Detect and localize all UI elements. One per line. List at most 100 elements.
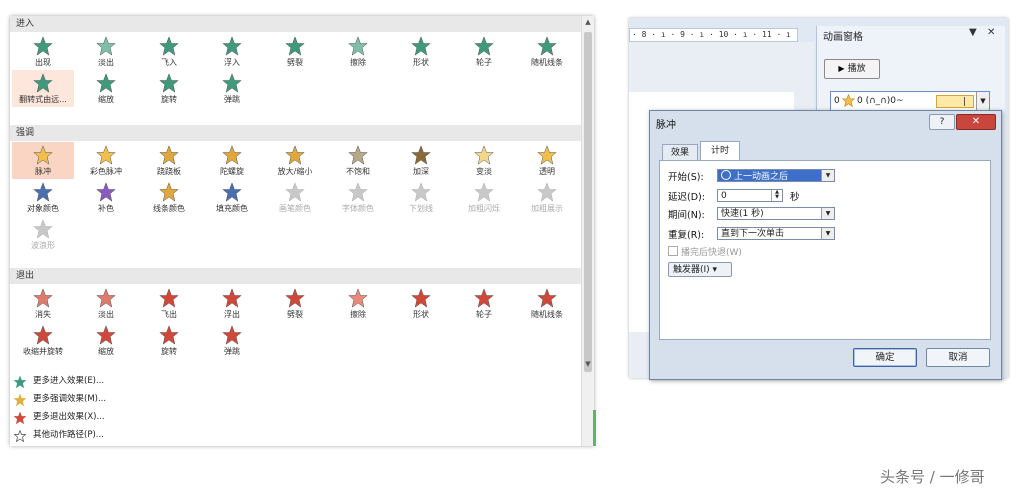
effect-item[interactable]: 弹跳 xyxy=(201,322,263,359)
effect-label: 劈裂 xyxy=(287,58,303,67)
more-effects-link[interactable]: 更多进入效果(E)... xyxy=(10,372,410,390)
more-effects-label: 更多强调效果(M)... xyxy=(33,394,107,404)
rewind-label: 播完后快退(W) xyxy=(681,248,742,258)
effect-item[interactable]: 透明 xyxy=(516,142,578,179)
effect-item[interactable]: 出现 xyxy=(12,33,74,70)
effect-item[interactable]: 劈裂 xyxy=(264,33,326,70)
effect-star-icon xyxy=(159,145,179,165)
effect-item[interactable]: 轮子 xyxy=(453,285,515,322)
effect-item[interactable]: 淡出 xyxy=(75,33,137,70)
more-effects-link[interactable]: 其他动作路径(P)... xyxy=(10,426,410,444)
tab-timing[interactable]: 计时 xyxy=(700,141,740,161)
play-button[interactable]: ▶ 播放 xyxy=(824,59,880,79)
effect-star-icon xyxy=(33,288,53,308)
effect-label: 变淡 xyxy=(476,167,492,176)
effect-star-icon xyxy=(96,182,116,202)
ok-button[interactable]: 确定 xyxy=(853,348,917,367)
effect-star-icon xyxy=(474,36,494,56)
more-effects-link[interactable]: 更多强调效果(M)... xyxy=(10,390,410,408)
scroll-down-arrow[interactable]: ▼ xyxy=(582,358,594,370)
effect-label: 加深 xyxy=(413,167,429,176)
effect-item[interactable]: 线条颜色 xyxy=(138,179,200,216)
pane-menu-icon[interactable]: ▼ xyxy=(969,27,977,38)
effect-item: 加粗展示 xyxy=(516,179,578,216)
help-button[interactable]: ? xyxy=(929,114,955,130)
effect-item[interactable]: 补色 xyxy=(75,179,137,216)
effect-label: 淡出 xyxy=(98,58,114,67)
effect-item[interactable]: 加深 xyxy=(390,142,452,179)
effect-item[interactable]: 随机线条 xyxy=(516,285,578,322)
effect-item[interactable]: 不饱和 xyxy=(327,142,389,179)
rewind-checkbox[interactable]: 播完后快退(W) xyxy=(668,245,742,258)
effect-star-icon xyxy=(159,288,179,308)
effect-item[interactable]: 陀螺旋 xyxy=(201,142,263,179)
effect-item[interactable]: 轮子 xyxy=(453,33,515,70)
play-label: 播放 xyxy=(847,64,866,74)
star-icon xyxy=(14,412,26,424)
effect-item[interactable]: 脉冲 xyxy=(12,142,74,179)
effect-item[interactable]: 翻转式由远... xyxy=(12,70,74,107)
effect-item[interactable]: 劈裂 xyxy=(264,285,326,322)
delay-input[interactable]: 0 ▲ ▼ xyxy=(717,189,783,202)
effect-label: 跷跷板 xyxy=(157,167,181,176)
scroll-thumb[interactable] xyxy=(584,32,592,372)
effect-star-icon xyxy=(33,73,53,93)
pane-close-icon[interactable]: ✕ xyxy=(987,27,995,38)
effect-item[interactable]: 缩放 xyxy=(75,70,137,107)
effect-label: 翻转式由远... xyxy=(19,95,67,104)
effect-star-icon xyxy=(222,325,242,345)
effect-item[interactable]: 变淡 xyxy=(453,142,515,179)
effect-label: 劈裂 xyxy=(287,310,303,319)
effect-item[interactable]: 旋转 xyxy=(138,322,200,359)
effect-item[interactable]: 缩放 xyxy=(75,322,137,359)
chevron-down-icon[interactable]: ▼ xyxy=(821,228,834,239)
effect-label: 擦除 xyxy=(350,58,366,67)
chevron-down-icon[interactable]: ▼ xyxy=(821,170,834,181)
effect-item[interactable]: 旋转 xyxy=(138,70,200,107)
spinner-icon[interactable]: ▲ ▼ xyxy=(771,190,782,201)
repeat-select[interactable]: 直到下一次单击 ▼ xyxy=(717,227,835,240)
duration-label: 期间(N): xyxy=(668,210,705,221)
effect-item[interactable]: 弹跳 xyxy=(201,70,263,107)
effect-label: 字体颜色 xyxy=(342,204,374,213)
section-header: 退出 xyxy=(10,268,582,284)
effect-item[interactable]: 飞出 xyxy=(138,285,200,322)
start-select[interactable]: 上一动画之后 ▼ xyxy=(717,169,835,182)
effect-star-icon xyxy=(348,182,368,202)
effect-item[interactable]: 擦除 xyxy=(327,285,389,322)
tab-effect[interactable]: 效果 xyxy=(662,144,698,161)
chevron-down-icon[interactable]: ▼ xyxy=(976,92,989,110)
effect-item[interactable]: 对象颜色 xyxy=(12,179,74,216)
more-effects-link[interactable]: 更多退出效果(X)... xyxy=(10,408,410,426)
trigger-button[interactable]: 触发器(I) ▾ xyxy=(668,262,732,277)
effect-item[interactable]: 擦除 xyxy=(327,33,389,70)
effect-item[interactable]: 淡出 xyxy=(75,285,137,322)
animation-list-item[interactable]: 0 0 (∩_∩)0~ ▼ xyxy=(830,91,990,111)
delay-unit: 秒 xyxy=(790,192,800,203)
dialog-close-button[interactable]: ✕ xyxy=(956,114,996,130)
gallery-scrollbar[interactable]: ▲ ▼ xyxy=(581,16,594,446)
watermark-text: 头条号 / 一修哥 xyxy=(880,468,985,486)
effect-star-icon xyxy=(96,325,116,345)
effect-item[interactable]: 放大/缩小 xyxy=(264,142,326,179)
effect-label: 轮子 xyxy=(476,310,492,319)
effect-label: 缩放 xyxy=(98,95,114,104)
effect-item[interactable]: 形状 xyxy=(390,33,452,70)
effect-item[interactable]: 填充颜色 xyxy=(201,179,263,216)
effect-item[interactable]: 消失 xyxy=(12,285,74,322)
effect-item[interactable]: 收缩并旋转 xyxy=(12,322,74,359)
effect-item[interactable]: 飞入 xyxy=(138,33,200,70)
effect-item[interactable]: 形状 xyxy=(390,285,452,322)
effect-item[interactable]: 跷跷板 xyxy=(138,142,200,179)
effect-item[interactable]: 浮出 xyxy=(201,285,263,322)
effect-item[interactable]: 彩色脉冲 xyxy=(75,142,137,179)
timing-panel: 开始(S): 上一动画之后 ▼ 延迟(D): 0 ▲ ▼ 秒 期间(N): 快速(… xyxy=(659,160,991,340)
effect-item[interactable]: 浮入 xyxy=(201,33,263,70)
duration-select[interactable]: 快速(1 秒) ▼ xyxy=(717,207,835,220)
scroll-up-arrow[interactable]: ▲ xyxy=(582,16,594,28)
effect-item[interactable]: 随机线条 xyxy=(516,33,578,70)
chevron-down-icon[interactable]: ▼ xyxy=(821,208,834,219)
section-header: 进入 xyxy=(10,16,582,32)
cancel-button[interactable]: 取消 xyxy=(926,348,990,367)
delay-value: 0 xyxy=(721,191,727,201)
